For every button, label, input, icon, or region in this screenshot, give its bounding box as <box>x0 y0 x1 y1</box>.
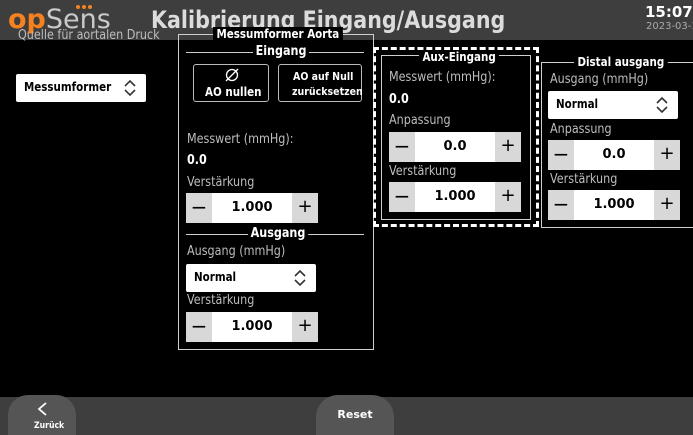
decrement-button[interactable]: − <box>186 312 212 342</box>
increment-button[interactable]: + <box>495 182 521 212</box>
aorta-gain-value: 1.000 <box>231 200 273 215</box>
clock-time: 15:07:54 <box>645 3 693 21</box>
null-symbol-icon <box>225 68 239 82</box>
aorta-output-label: Ausgang (mmHg) <box>187 244 286 259</box>
aux-gain-value: 1.000 <box>434 189 476 204</box>
source-label: Quelle für aortalen Druck <box>18 28 160 43</box>
increment-button[interactable]: + <box>292 312 318 342</box>
decrement-button[interactable]: − <box>548 190 574 220</box>
reset-label: Reset <box>337 408 373 421</box>
chevron-updown-icon <box>294 269 306 287</box>
distal-gain-value: 1.000 <box>593 197 635 212</box>
aux-adjust-label: Anpassung <box>389 113 451 128</box>
aorta-reading-label: Messwert (mmHg): <box>187 132 294 147</box>
aux-reading-label: Messwert (mmHg): <box>389 70 496 85</box>
distal-gain-stepper[interactable]: − 1.000 + <box>548 190 680 220</box>
decrement-button[interactable]: − <box>389 182 415 212</box>
distal-output-select[interactable]: Normal <box>548 91 678 119</box>
distal-adjust-stepper[interactable]: − 0.0 + <box>548 140 680 170</box>
increment-button[interactable]: + <box>654 140 680 170</box>
aorta-reading-value: 0.0 <box>187 153 207 168</box>
distal-output-label: Ausgang (mmHg) <box>550 72 649 87</box>
aux-adjust-stepper[interactable]: − 0.0 + <box>389 132 521 162</box>
chevron-updown-icon <box>656 96 668 114</box>
increment-button[interactable]: + <box>292 193 318 223</box>
output-subheading: Ausgang <box>186 227 364 241</box>
increment-button[interactable]: + <box>495 132 521 162</box>
source-select[interactable]: Messumformer <box>16 74 146 102</box>
distal-adjust-value: 0.0 <box>602 147 626 162</box>
aorta-output-gain-stepper[interactable]: − 1.000 + <box>186 312 318 342</box>
aorta-gain-label: Verstärkung <box>187 175 255 190</box>
aorta-gain-stepper[interactable]: − 1.000 + <box>186 193 318 223</box>
aorta-output-select[interactable]: Normal <box>186 264 316 292</box>
distal-adjust-label: Anpassung <box>550 122 612 137</box>
aorta-output-gain-label: Verstärkung <box>187 293 255 308</box>
chevron-left-icon <box>37 402 47 416</box>
aorta-panel-title: Messumformer Aorta <box>213 27 343 41</box>
aux-reading-value: 0.0 <box>389 92 409 107</box>
reset-button[interactable]: Reset <box>316 395 394 435</box>
increment-button[interactable]: + <box>654 190 680 220</box>
input-subheading: Eingang <box>186 45 364 59</box>
decrement-button[interactable]: − <box>548 140 574 170</box>
ao-reset-zero-button[interactable]: AO auf Null zurücksetzen <box>278 64 363 102</box>
aux-gain-label: Verstärkung <box>389 164 457 179</box>
aux-adjust-value: 0.0 <box>443 139 467 154</box>
distal-gain-label: Verstärkung <box>550 172 618 187</box>
aux-gain-stepper[interactable]: − 1.000 + <box>389 182 521 212</box>
back-label: Zurück <box>34 421 65 431</box>
decrement-button[interactable]: − <box>389 132 415 162</box>
decrement-button[interactable]: − <box>186 193 212 223</box>
aux-panel-title: Aux-Eingang <box>419 50 500 64</box>
back-button[interactable]: Zurück <box>8 395 76 435</box>
chevron-updown-icon <box>124 79 136 97</box>
distal-panel-title: Distal ausgang <box>574 55 668 69</box>
clock-date: 2023-03-1 <box>646 21 693 32</box>
ao-zero-button[interactable]: AO nullen <box>193 64 269 102</box>
aorta-output-gain-value: 1.000 <box>231 319 273 334</box>
source-select-value: Messumformer <box>24 80 112 94</box>
